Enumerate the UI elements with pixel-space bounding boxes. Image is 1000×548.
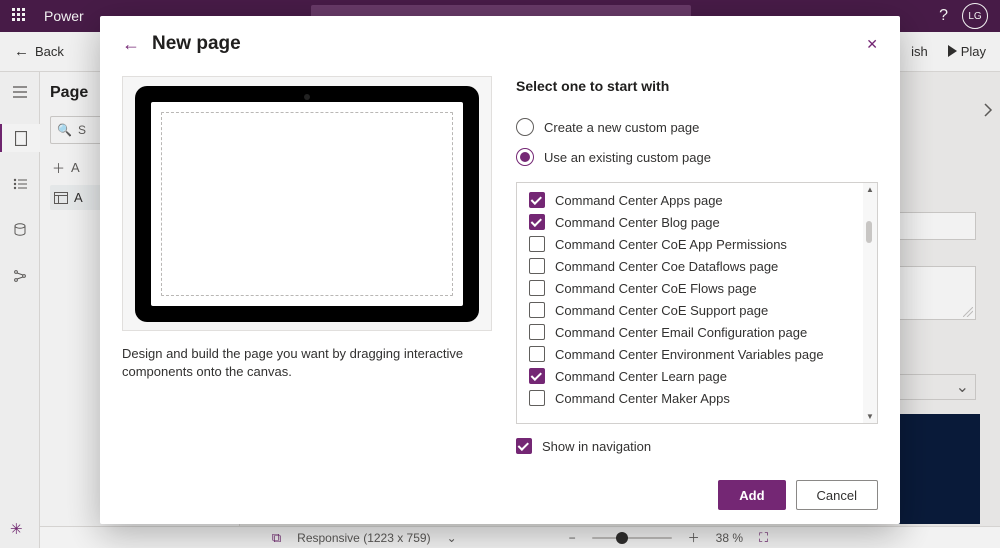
checkbox-icon — [529, 346, 545, 362]
show-nav-label: Show in navigation — [542, 439, 651, 454]
scroll-down-icon[interactable]: ▼ — [866, 412, 874, 421]
page-option[interactable]: Command Center Maker Apps — [517, 387, 863, 409]
radio-label: Create a new custom page — [544, 120, 699, 135]
radio-create-new[interactable]: Create a new custom page — [516, 112, 878, 142]
radio-use-existing[interactable]: Use an existing custom page — [516, 142, 878, 172]
list-scrollbar[interactable]: ▲ ▼ — [863, 183, 877, 423]
checkbox-icon — [529, 192, 545, 208]
page-option-label: Command Center Email Configuration page — [555, 325, 807, 340]
new-page-modal: ← New page ✕ Design and build the page y… — [100, 16, 900, 524]
page-option-label: Command Center Maker Apps — [555, 391, 730, 406]
existing-pages-list: Command Center Apps page Command Center B… — [516, 182, 878, 424]
modal-preview-column: Design and build the page you want by dr… — [122, 76, 492, 466]
checkbox-icon — [529, 236, 545, 252]
page-option[interactable]: Command Center Learn page — [517, 365, 863, 387]
page-option-label: Command Center CoE Support page — [555, 303, 768, 318]
radio-icon — [516, 148, 534, 166]
checkbox-icon — [529, 302, 545, 318]
page-option[interactable]: Command Center Coe Dataflows page — [517, 255, 863, 277]
radio-icon — [516, 118, 534, 136]
page-option-label: Command Center CoE App Permissions — [555, 237, 787, 252]
checkbox-icon — [529, 214, 545, 230]
modal-footer: Add Cancel — [100, 466, 900, 524]
add-button[interactable]: Add — [718, 480, 785, 510]
camera-icon — [304, 94, 310, 100]
modal-back-button[interactable]: ← — [122, 34, 140, 55]
modal-title: New page — [152, 33, 241, 55]
select-heading: Select one to start with — [516, 78, 878, 94]
modal-close-button[interactable]: ✕ — [866, 36, 878, 53]
modal-description: Design and build the page you want by dr… — [122, 345, 492, 381]
cancel-button[interactable]: Cancel — [796, 480, 878, 510]
checkbox-icon — [529, 324, 545, 340]
checkbox-icon — [516, 438, 532, 454]
page-option[interactable]: Command Center Apps page — [517, 189, 863, 211]
device-frame — [122, 76, 492, 331]
page-option[interactable]: Command Center CoE Flows page — [517, 277, 863, 299]
page-option-label: Command Center Blog page — [555, 215, 720, 230]
modal-header: ← New page ✕ — [100, 16, 900, 72]
page-option-label: Command Center Learn page — [555, 369, 727, 384]
page-option[interactable]: Command Center CoE Support page — [517, 299, 863, 321]
page-option-label: Command Center Apps page — [555, 193, 723, 208]
page-option-label: Command Center Coe Dataflows page — [555, 259, 778, 274]
show-in-navigation[interactable]: Show in navigation — [516, 438, 878, 454]
page-option[interactable]: Command Center Blog page — [517, 211, 863, 233]
scroll-up-icon[interactable]: ▲ — [866, 185, 874, 194]
checkbox-icon — [529, 390, 545, 406]
page-option[interactable]: Command Center Email Configuration page — [517, 321, 863, 343]
scroll-thumb[interactable] — [866, 221, 872, 243]
radio-label: Use an existing custom page — [544, 150, 711, 165]
page-option-label: Command Center Environment Variables pag… — [555, 347, 824, 362]
checkbox-icon — [529, 258, 545, 274]
modal-form-column: Select one to start with Create a new cu… — [516, 76, 878, 466]
checkbox-icon — [529, 368, 545, 384]
page-option[interactable]: Command Center CoE App Permissions — [517, 233, 863, 255]
page-option-label: Command Center CoE Flows page — [555, 281, 757, 296]
page-option[interactable]: Command Center Environment Variables pag… — [517, 343, 863, 365]
checkbox-icon — [529, 280, 545, 296]
